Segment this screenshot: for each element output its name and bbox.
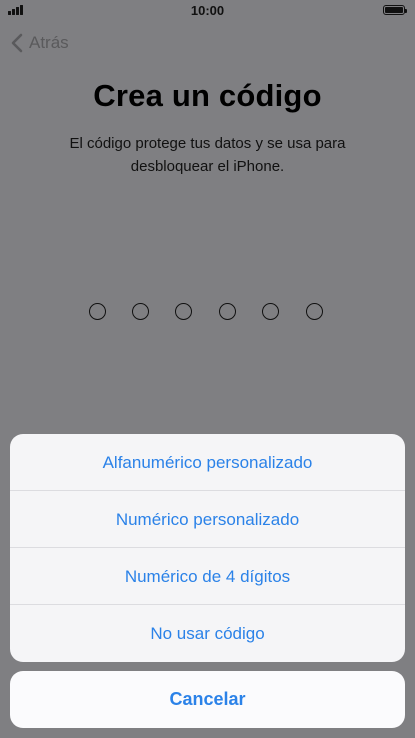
option-custom-numeric[interactable]: Numérico personalizado [10, 491, 405, 548]
passcode-dot [306, 303, 323, 320]
status-time: 10:00 [190, 3, 225, 18]
status-bar: 10:00 [0, 0, 415, 20]
passcode-dot [262, 303, 279, 320]
passcode-dot [132, 303, 149, 320]
page-title: Crea un código [93, 78, 322, 113]
passcode-options-sheet: Alfanumérico personalizado Numérico pers… [10, 434, 405, 662]
page-description: El código protege tus datos y se usa par… [69, 135, 346, 175]
passcode-dot [89, 303, 106, 320]
back-label: Atrás [29, 33, 69, 52]
battery-icon [383, 5, 407, 15]
option-no-passcode[interactable]: No usar código [10, 605, 405, 662]
passcode-dot [219, 303, 236, 320]
chevron-left-icon [11, 33, 23, 53]
option-custom-alphanumeric[interactable]: Alfanumérico personalizado [10, 434, 405, 491]
passcode-dot [175, 303, 192, 320]
back-button[interactable]: Atrás [11, 31, 69, 55]
cancel-button[interactable]: Cancelar [10, 671, 405, 728]
option-4-digit-numeric[interactable]: Numérico de 4 dígitos [10, 548, 405, 605]
passcode-dots [89, 303, 329, 323]
